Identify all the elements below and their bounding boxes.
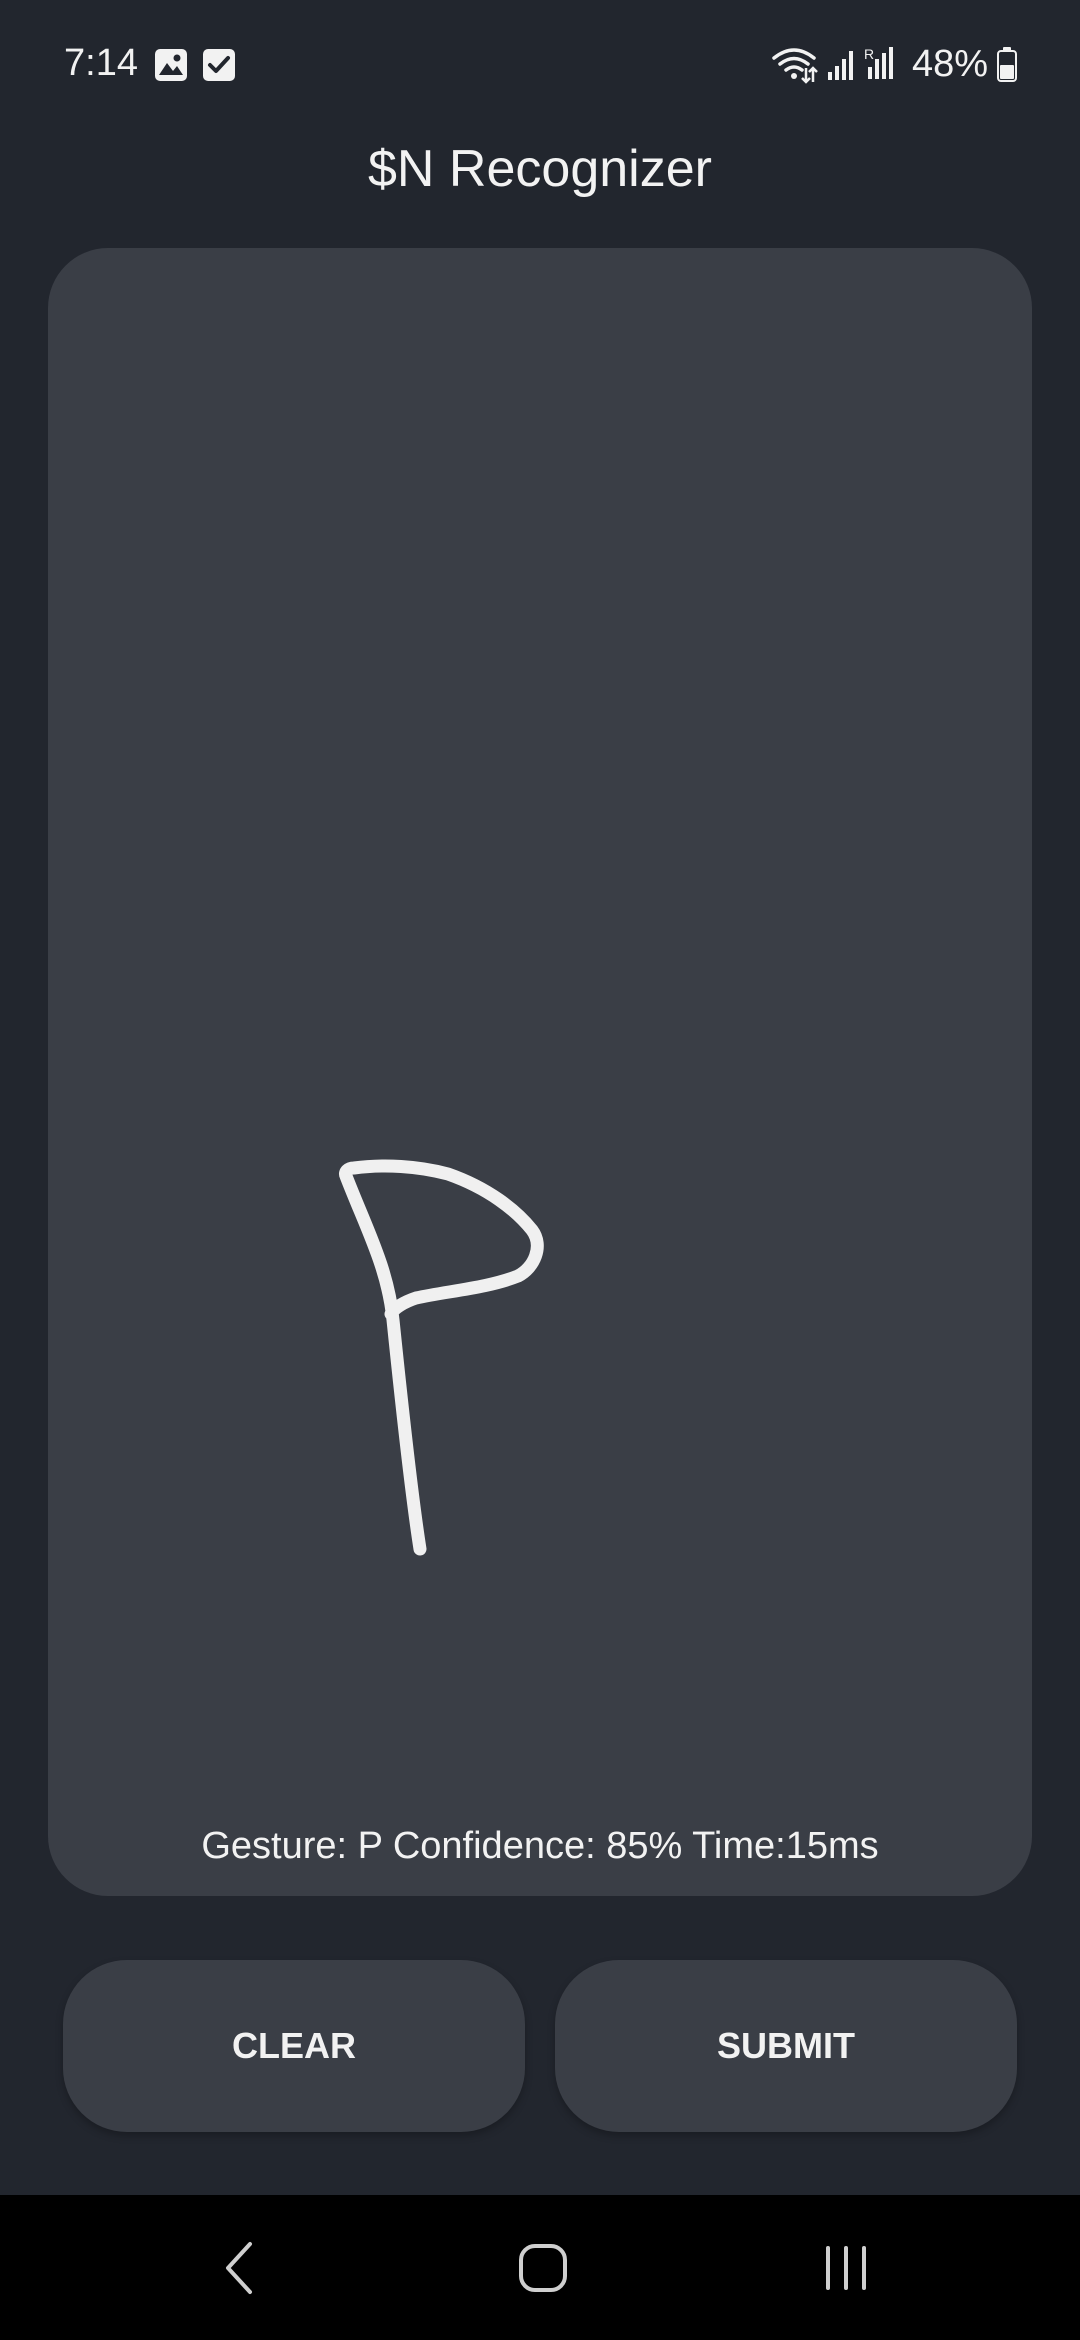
signal-roaming-icon: R	[864, 46, 893, 79]
back-button[interactable]	[140, 2195, 340, 2340]
navigation-bar	[0, 2195, 1080, 2340]
back-icon	[226, 2241, 252, 2294]
signal-icon	[827, 51, 853, 80]
recognition-result: Gesture: P Confidence: 85% Time:15ms	[201, 1825, 879, 1867]
checkbox-icon	[203, 49, 235, 81]
battery-icon	[997, 47, 1017, 82]
app-title: $N Recognizer	[368, 140, 712, 198]
home-button[interactable]	[443, 2195, 643, 2340]
clear-button[interactable]: CLEAR	[63, 1960, 525, 2132]
status-right-group: R 48%	[770, 38, 1018, 90]
recents-icon	[826, 2245, 866, 2290]
submit-button[interactable]: SUBMIT	[555, 1960, 1017, 2132]
image-icon	[155, 49, 187, 81]
home-icon	[519, 2243, 567, 2292]
svg-text:R: R	[864, 46, 874, 62]
status-time: 7:14	[64, 42, 138, 84]
status-bar: 7:14 R 48%	[0, 0, 1080, 130]
drawing-canvas[interactable]: Gesture: P Confidence: 85% Time:15ms	[48, 248, 1032, 1896]
wifi-icon	[772, 48, 818, 84]
battery-percent: 48%	[911, 43, 988, 85]
recents-button[interactable]	[746, 2195, 946, 2340]
gesture-stroke	[339, 1159, 544, 1556]
